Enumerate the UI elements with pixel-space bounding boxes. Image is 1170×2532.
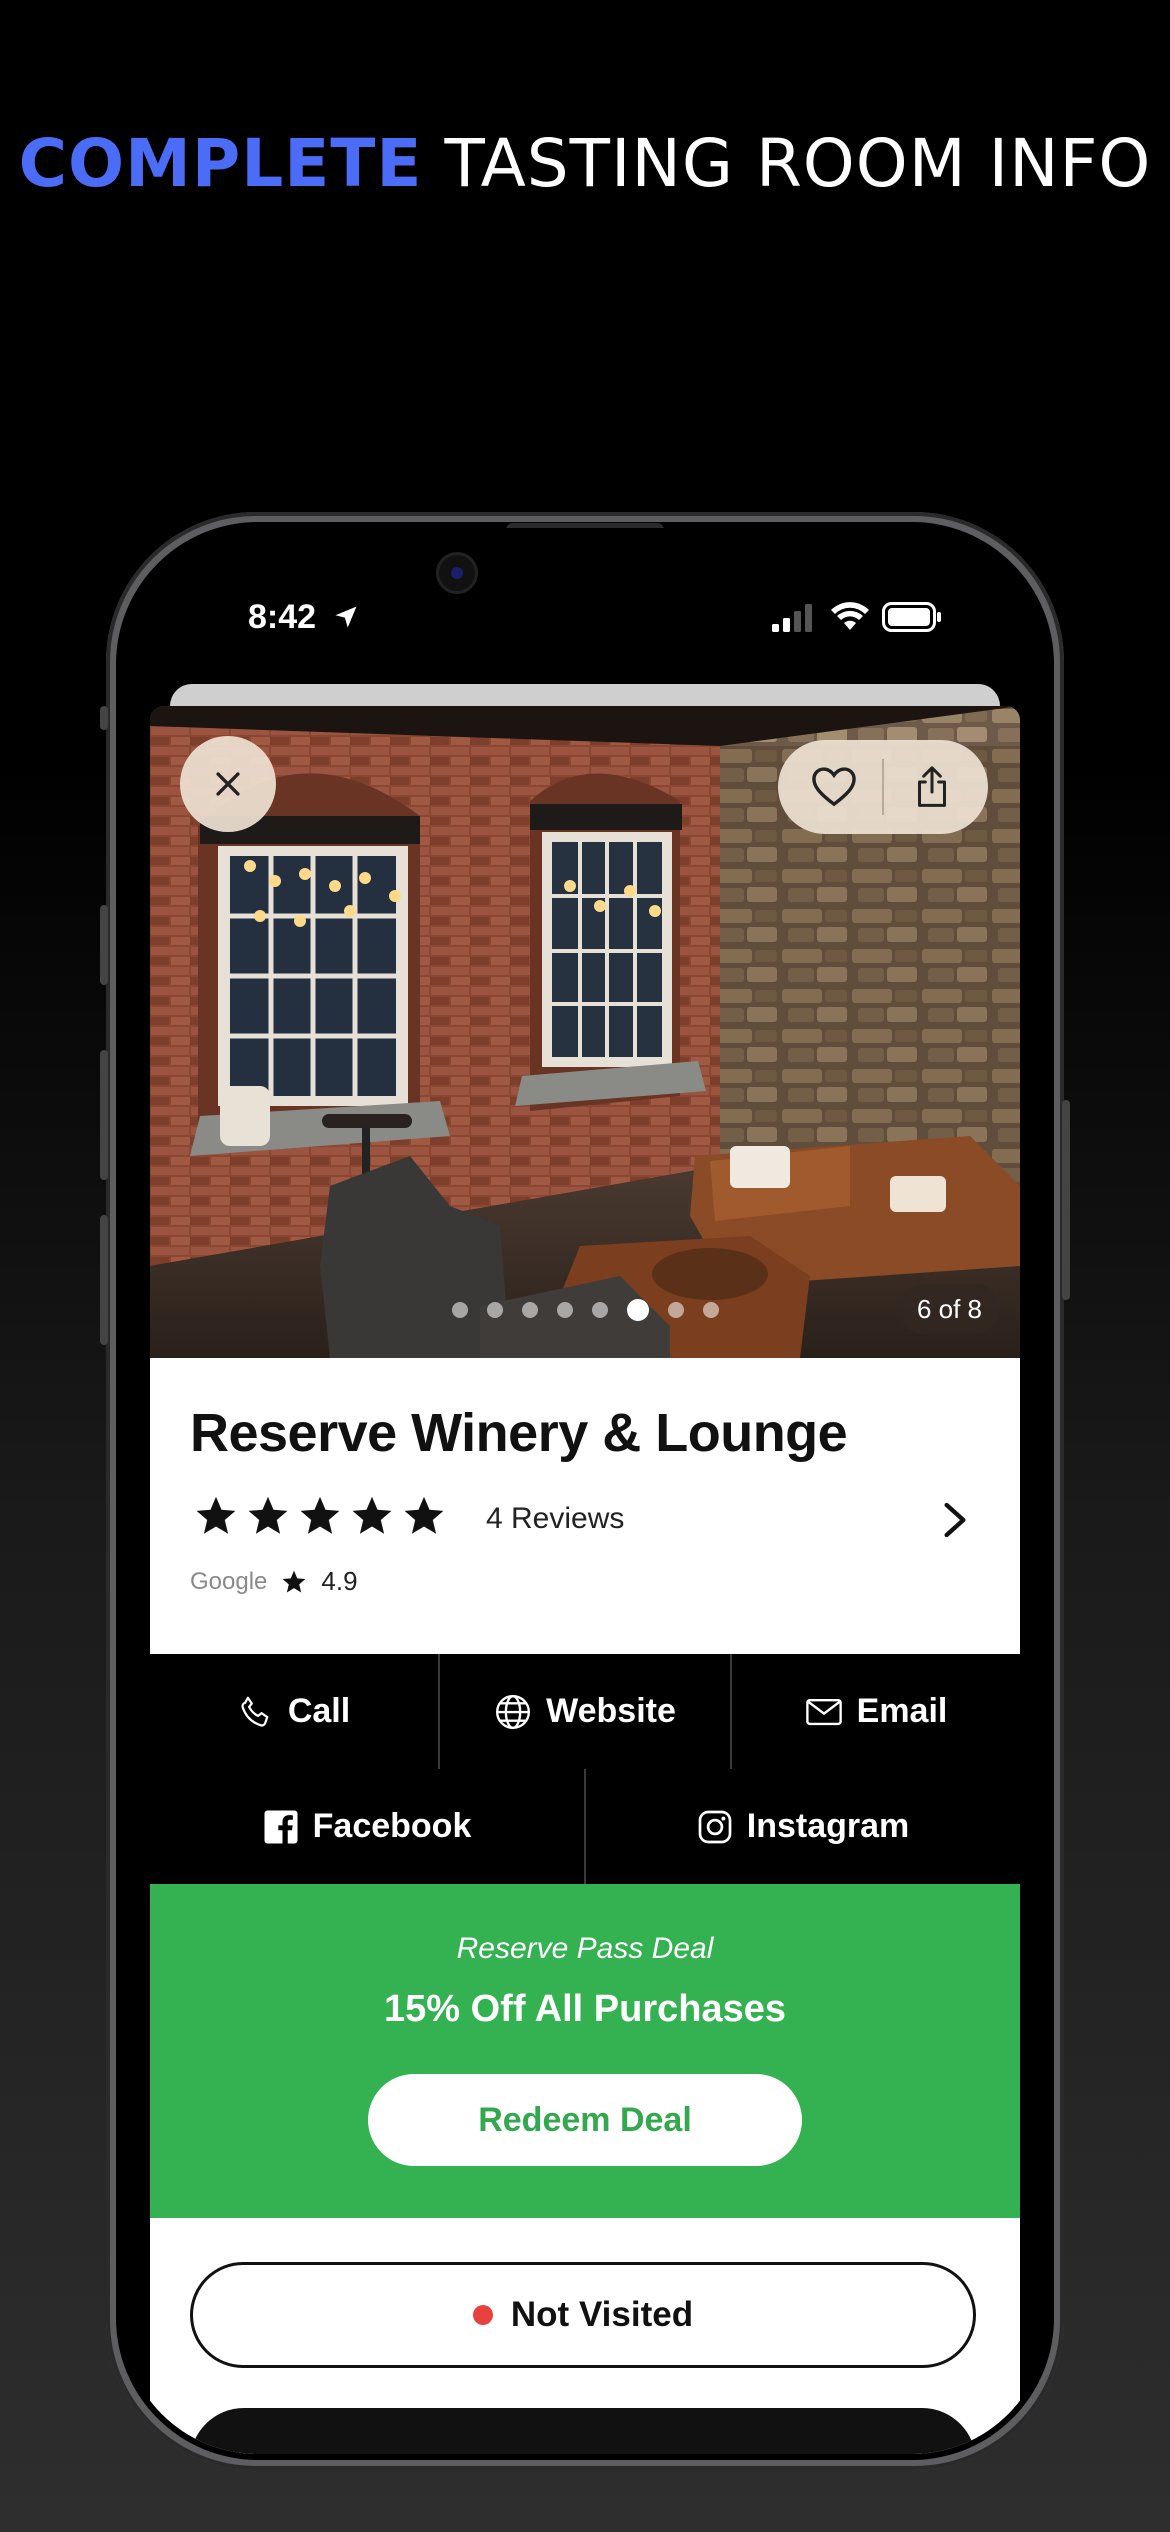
signal-icon — [772, 604, 812, 632]
google-label: Google — [190, 1567, 268, 1595]
call-label: Call — [287, 1692, 351, 1730]
status-time-text: 8:42 — [248, 598, 317, 636]
status-dot — [472, 2305, 493, 2325]
website-button[interactable]: Website — [440, 1654, 730, 1769]
star-icon — [282, 1570, 306, 1593]
call-button[interactable]: Call — [150, 1654, 438, 1769]
phone-icon — [241, 1696, 269, 1727]
detail-card: 6 of 8 Reserve Winery & Lounge 4 Reviews… — [150, 706, 1020, 2454]
visit-status-label: Not Visited — [510, 2295, 694, 2334]
deal-subtitle: Reserve Pass Deal — [456, 1932, 714, 1965]
battery-icon — [882, 602, 941, 632]
venue-photo[interactable]: 6 of 8 — [150, 706, 1020, 1358]
page-dot[interactable] — [668, 1302, 684, 1318]
reviews-link[interactable]: 4 Reviews — [486, 1502, 624, 1536]
star-rating — [194, 1494, 446, 1538]
share-button[interactable] — [884, 740, 980, 834]
page-dot-active[interactable] — [627, 1299, 649, 1321]
visit-status-button[interactable]: Not Visited — [190, 2262, 976, 2368]
globe-icon — [496, 1694, 531, 1729]
phone-side-button — [100, 905, 108, 985]
headline-rest: TASTING ROOM INFO — [444, 125, 1152, 202]
phone-screen: 8:42 6 of 8 Reserve Winery & Lounge 4 Re… — [122, 528, 1048, 2454]
facebook-label: Facebook — [312, 1807, 472, 1845]
phone-side-button — [100, 1215, 108, 1345]
contact-actions: Call Website Email Facebook Instagram — [150, 1654, 1020, 1884]
close-icon — [216, 772, 240, 796]
instagram-label: Instagram — [746, 1807, 910, 1845]
star-icon — [248, 1496, 288, 1534]
star-icon — [196, 1496, 236, 1534]
instagram-icon — [698, 1810, 732, 1843]
share-icon — [918, 766, 946, 807]
wifi-icon — [831, 602, 869, 630]
facebook-button[interactable]: Facebook — [150, 1769, 584, 1884]
deal-title: 15% Off All Purchases — [384, 1988, 786, 2030]
chevron-right-icon[interactable] — [940, 1500, 970, 1540]
front-camera — [436, 552, 478, 594]
mail-icon — [805, 1698, 842, 1725]
star-icon — [352, 1496, 392, 1534]
bottom-button-peek — [190, 2408, 976, 2454]
star-icon — [300, 1496, 340, 1534]
location-arrow-icon — [335, 606, 357, 628]
email-label: Email — [856, 1692, 948, 1730]
deal-banner: Reserve Pass Deal 15% Off All Purchases … — [150, 1884, 1020, 2218]
venue-title: Reserve Winery & Lounge — [190, 1403, 848, 1463]
page-dot[interactable] — [557, 1302, 573, 1318]
close-button[interactable] — [180, 736, 276, 832]
website-label: Website — [546, 1692, 676, 1730]
photo-counter: 6 of 8 — [898, 1284, 1000, 1334]
page-dot[interactable] — [592, 1302, 608, 1318]
phone-side-button — [1062, 1100, 1070, 1300]
google-rating: Google 4.9 — [190, 1566, 358, 1597]
facebook-icon — [264, 1810, 298, 1843]
headline-accent: COMPLETE — [18, 125, 423, 202]
favorite-share-group — [778, 740, 988, 834]
phone-side-button — [100, 1050, 108, 1180]
google-rating-value: 4.9 — [321, 1566, 358, 1596]
instagram-button[interactable]: Instagram — [586, 1769, 1020, 1884]
favorite-button[interactable] — [786, 740, 882, 834]
star-icon — [404, 1496, 444, 1534]
phone-side-button — [100, 706, 108, 730]
page-dot[interactable] — [703, 1302, 719, 1318]
redeem-deal-button[interactable]: Redeem Deal — [368, 2074, 802, 2166]
status-time: 8:42 — [248, 598, 360, 637]
heart-icon — [812, 767, 856, 807]
email-button[interactable]: Email — [732, 1654, 1020, 1769]
photo-pagination-dots — [452, 1299, 719, 1321]
page-dot[interactable] — [522, 1302, 538, 1318]
headline: COMPLETE TASTING ROOM INFO — [0, 122, 1170, 206]
page-dot[interactable] — [487, 1302, 503, 1318]
page-dot[interactable] — [452, 1302, 468, 1318]
